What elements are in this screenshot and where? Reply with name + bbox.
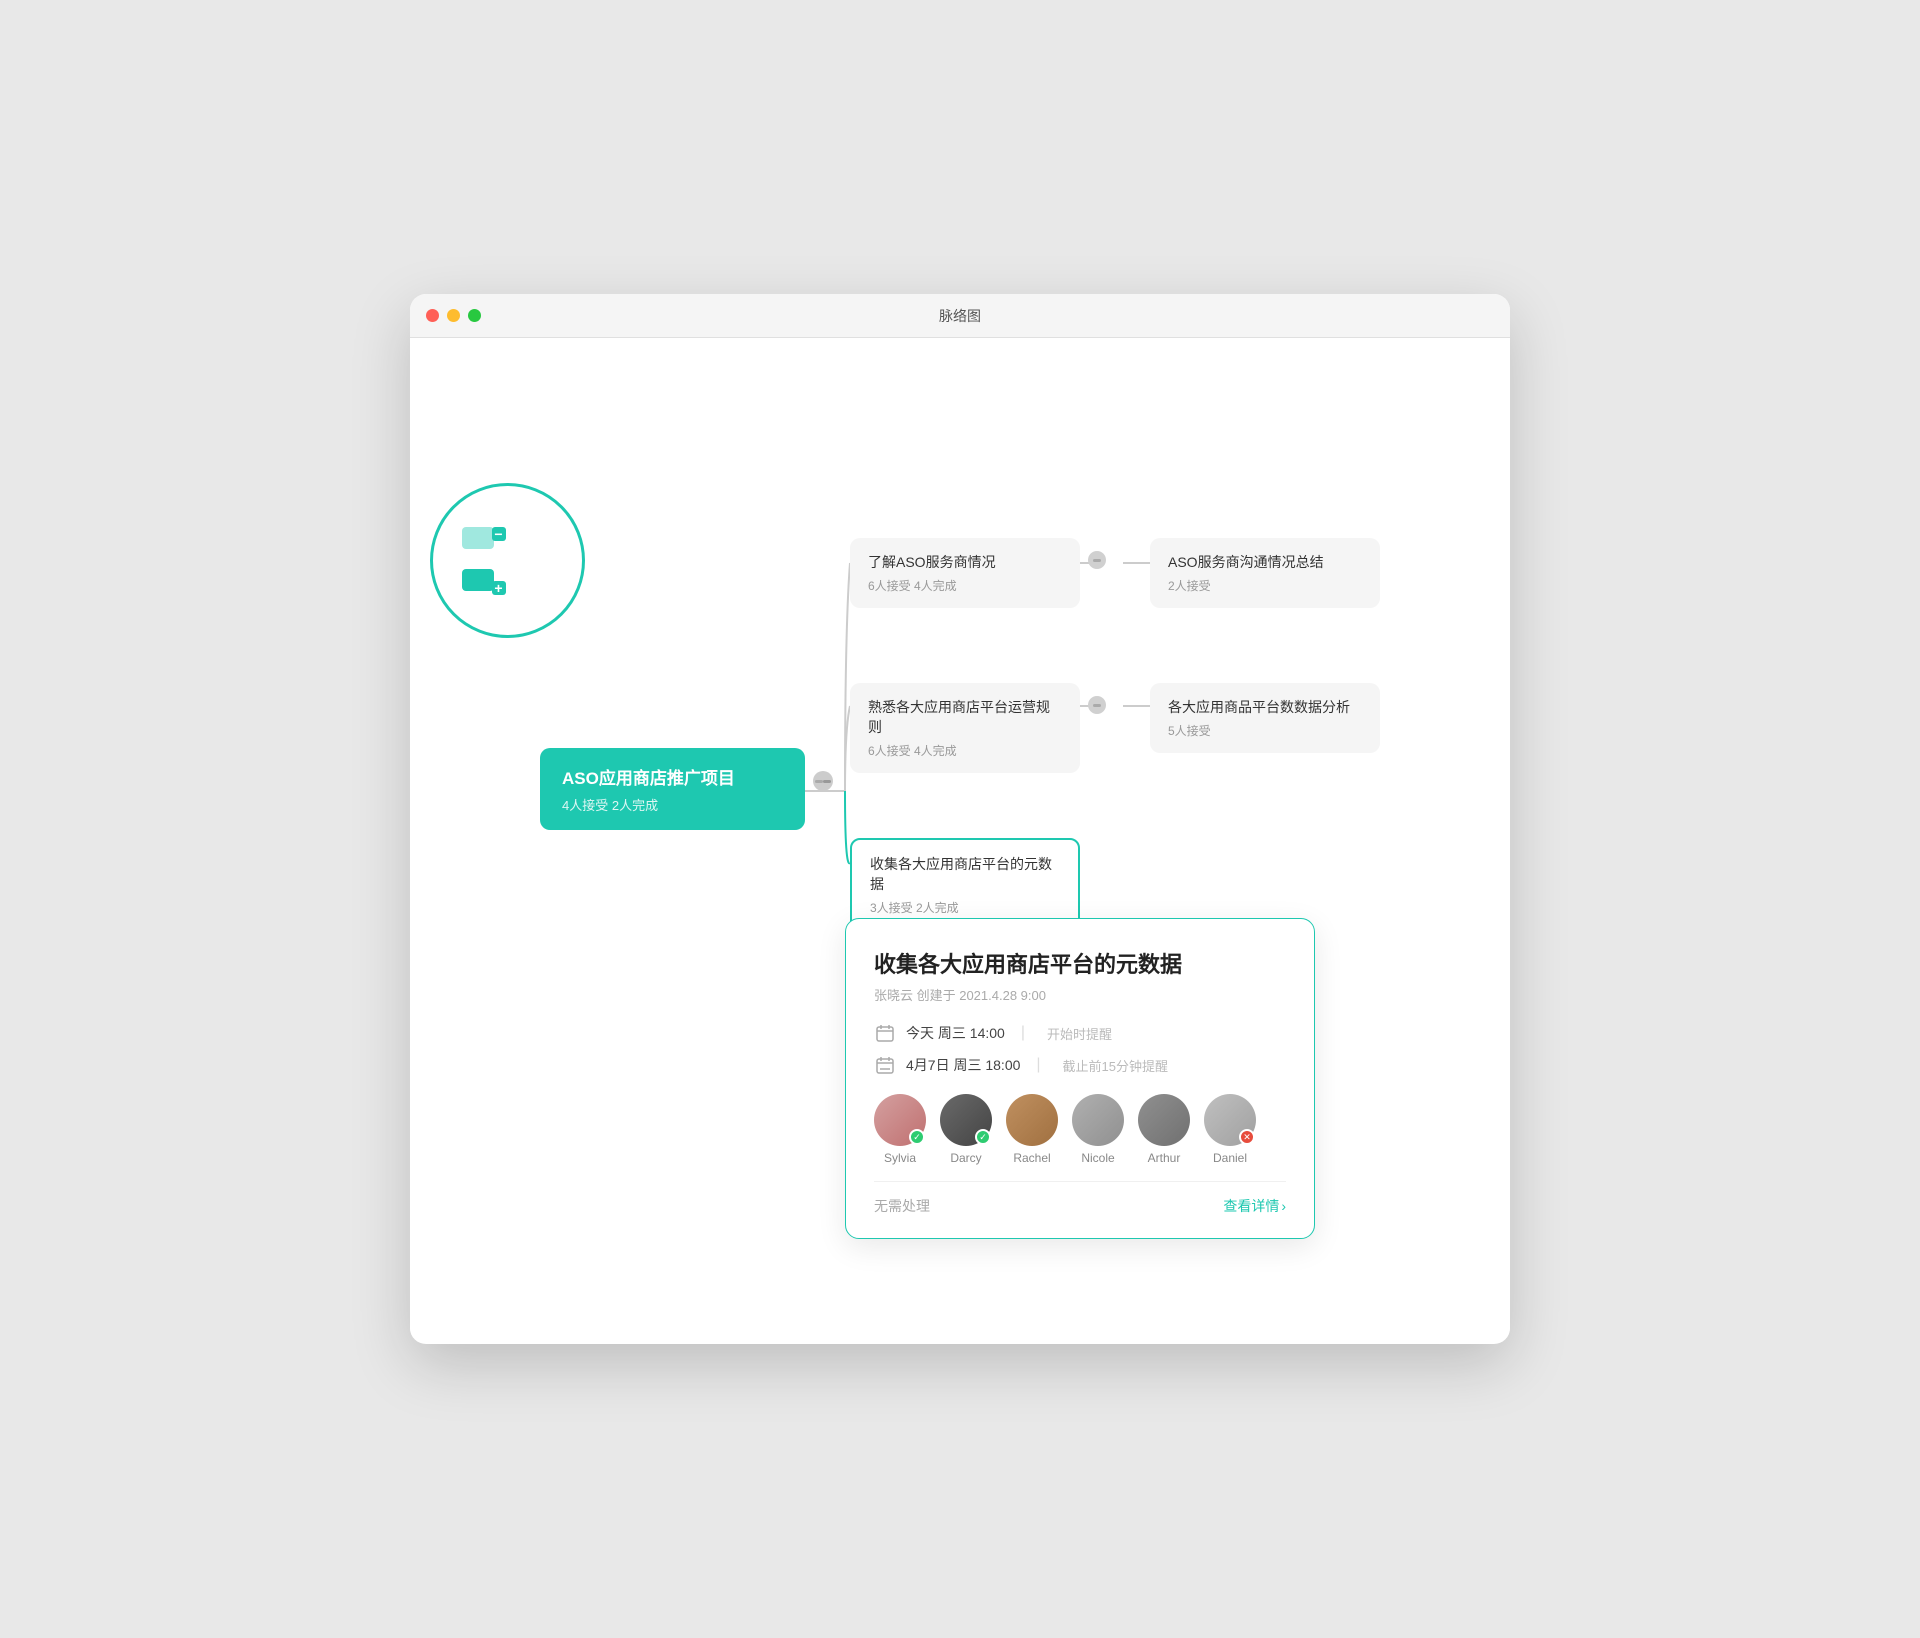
separator-2: |	[1036, 1056, 1040, 1074]
mind-map-canvas: − + ASO应用商店推广项目 4人接受 2人完成 了解ASO服务商情况 6人接…	[410, 338, 1510, 1338]
detail-card-footer: 无需处理 查看详情 ›	[874, 1196, 1286, 1216]
sub-node-1-title: 了解ASO服务商情况	[868, 552, 1062, 572]
window-title: 脉络图	[939, 306, 981, 326]
avatar-daniel: ✕ Daniel	[1204, 1094, 1256, 1165]
main-connector-dot	[813, 771, 833, 791]
main-node-title: ASO应用商店推广项目	[562, 764, 783, 789]
avatar-name-sylvia: Sylvia	[884, 1151, 916, 1165]
card-divider	[874, 1181, 1286, 1182]
sub-node-4-title: 各大应用商品平台数数据分析	[1168, 697, 1362, 717]
main-node-stats: 4人接受 2人完成	[562, 795, 783, 814]
sub-node-2-title: ASO服务商沟通情况总结	[1168, 552, 1362, 572]
minimize-button[interactable]	[447, 309, 460, 322]
end-reminder-text: 截止前15分钟提醒	[1063, 1056, 1168, 1075]
sub-node-3-stats: 6人接受 4人完成	[868, 742, 1062, 759]
app-window: 脉络图 −	[410, 294, 1510, 1344]
detail-card-creator: 张晓云 创建于 2021.4.28 9:00	[874, 985, 1286, 1004]
sub-node-2-stats: 2人接受	[1168, 577, 1362, 594]
avatar-image-rachel	[1006, 1094, 1058, 1146]
calendar-end-icon	[874, 1054, 896, 1076]
sub-node-3-title: 熟悉各大应用商店平台运营规则	[868, 697, 1062, 737]
no-action-label: 无需处理	[874, 1196, 930, 1216]
sub-node-1[interactable]: 了解ASO服务商情况 6人接受 4人完成	[850, 538, 1080, 608]
avatar-name-arthur: Arthur	[1148, 1151, 1181, 1165]
avatar-darcy: ✓ Darcy	[940, 1094, 992, 1165]
avatar-name-nicole: Nicole	[1081, 1151, 1114, 1165]
view-detail-button[interactable]: 查看详情 ›	[1223, 1196, 1286, 1216]
sub-node-4[interactable]: 各大应用商品平台数数据分析 5人接受	[1150, 683, 1380, 753]
badge-check-sylvia: ✓	[909, 1129, 925, 1145]
avatar-name-rachel: Rachel	[1013, 1151, 1050, 1165]
app-icon-circle: − +	[430, 483, 585, 638]
avatar-nicole: Nicole	[1072, 1094, 1124, 1165]
sub-node-1-stats: 6人接受 4人完成	[868, 577, 1062, 594]
calendar-start-icon	[874, 1022, 896, 1044]
view-detail-text: 查看详情	[1223, 1196, 1279, 1216]
sub-node-3[interactable]: 熟悉各大应用商店平台运营规则 6人接受 4人完成	[850, 683, 1080, 773]
badge-x-daniel: ✕	[1239, 1129, 1255, 1145]
connector-dot-2	[1088, 696, 1106, 714]
titlebar: 脉络图	[410, 294, 1510, 338]
close-button[interactable]	[426, 309, 439, 322]
avatar-image-nicole	[1072, 1094, 1124, 1146]
traffic-lights	[426, 309, 481, 322]
avatars-row: ✓ Sylvia ✓ Darcy Rachel	[874, 1094, 1286, 1165]
start-time-text: 今天 周三 14:00	[906, 1023, 1005, 1043]
end-time-row: 4月7日 周三 18:00 | 截止前15分钟提醒	[874, 1054, 1286, 1076]
sub-node-5-stats: 3人接受 2人完成	[870, 899, 1060, 916]
sub-node-4-stats: 5人接受	[1168, 722, 1362, 739]
avatar-arthur: Arthur	[1138, 1094, 1190, 1165]
end-time-text: 4月7日 周三 18:00	[906, 1055, 1020, 1075]
detail-card-title: 收集各大应用商店平台的元数据	[874, 947, 1286, 979]
app-icon-grid: − +	[462, 527, 554, 595]
connector-dot-1	[1088, 551, 1106, 569]
start-reminder-text: 开始时提醒	[1047, 1024, 1112, 1043]
sub-node-2[interactable]: ASO服务商沟通情况总结 2人接受	[1150, 538, 1380, 608]
chevron-right-icon: ›	[1281, 1198, 1286, 1214]
detail-card: 收集各大应用商店平台的元数据 张晓云 创建于 2021.4.28 9:00 今天…	[845, 918, 1315, 1239]
main-project-node[interactable]: ASO应用商店推广项目 4人接受 2人完成	[540, 748, 805, 830]
separator-1: |	[1021, 1024, 1025, 1042]
avatar-image-arthur	[1138, 1094, 1190, 1146]
avatar-sylvia: ✓ Sylvia	[874, 1094, 926, 1165]
sub-node-5-title: 收集各大应用商店平台的元数据	[870, 854, 1060, 894]
start-time-row: 今天 周三 14:00 | 开始时提醒	[874, 1022, 1286, 1044]
avatar-rachel: Rachel	[1006, 1094, 1058, 1165]
maximize-button[interactable]	[468, 309, 481, 322]
avatar-name-darcy: Darcy	[950, 1151, 981, 1165]
badge-check-darcy: ✓	[975, 1129, 991, 1145]
avatar-name-daniel: Daniel	[1213, 1151, 1247, 1165]
